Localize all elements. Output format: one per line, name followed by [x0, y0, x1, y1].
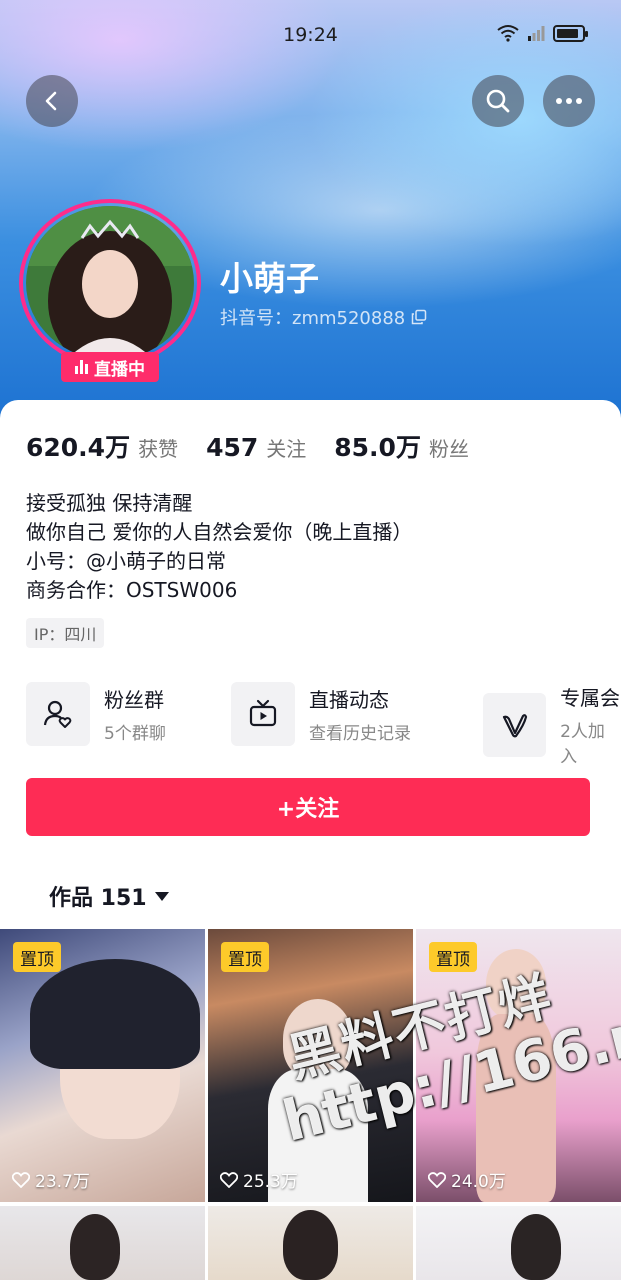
heart-icon	[220, 1171, 238, 1188]
more-dots-icon	[556, 98, 582, 104]
feature-subtitle: 查看历史记录	[309, 724, 411, 744]
profile-nickname: 小萌子	[220, 259, 319, 298]
thumbnail-figure	[283, 1210, 338, 1280]
signal-icon	[528, 26, 545, 41]
heart-icon	[428, 1171, 446, 1188]
followers-label: 粉丝	[428, 437, 469, 461]
like-count: 24.0万	[428, 1167, 506, 1192]
following-count[interactable]: 457	[206, 433, 258, 462]
followers-count[interactable]: 85.0万	[334, 428, 421, 464]
thumbnail-hair	[30, 959, 200, 1069]
caret-down-icon	[154, 891, 169, 901]
pinned-badge: 置顶	[13, 942, 61, 972]
bio-line: 做你自己 爱你的人自然会爱你（晚上直播）	[26, 520, 413, 544]
video-thumbnail[interactable]	[0, 1206, 205, 1280]
feature-subtitle: 2人加入	[560, 722, 605, 767]
likes-count[interactable]: 620.4万	[26, 428, 130, 464]
bio-line: 商务合作：OSTSW006	[26, 578, 238, 602]
wifi-icon	[497, 25, 519, 42]
avatar-photo	[26, 206, 194, 360]
heart-icon	[12, 1171, 30, 1188]
account-id-row: 抖音号：zmm520888	[220, 304, 427, 330]
back-button[interactable]	[26, 75, 78, 127]
feature-live-history[interactable]: 直播动态 查看历史记录	[231, 682, 411, 746]
likes-label: 获赞	[138, 437, 179, 461]
like-count-value: 25.3万	[243, 1172, 298, 1192]
live-status-badge[interactable]: 直播中	[61, 352, 159, 382]
bio-line[interactable]: 小号：@小萌子的日常	[26, 547, 412, 576]
stats-row: 620.4万 获赞 457 关注 85.0万 粉丝	[26, 428, 497, 464]
search-icon	[486, 89, 510, 113]
video-thumbnail[interactable]: 置顶 24.0万	[416, 929, 621, 1202]
thumbnail-figure	[511, 1214, 561, 1280]
feature-fan-group[interactable]: 粉丝群 5个群聊	[26, 682, 166, 746]
like-count-value: 24.0万	[451, 1172, 506, 1192]
like-count-value: 23.7万	[35, 1172, 90, 1192]
video-thumbnail[interactable]	[416, 1206, 621, 1280]
pinned-badge: 置顶	[429, 942, 477, 972]
account-id-value: zmm520888	[292, 308, 406, 329]
ip-location-tag: IP：四川	[26, 618, 105, 648]
pinned-badge: 置顶	[221, 942, 269, 972]
feature-title: 直播动态	[309, 688, 389, 712]
follow-button[interactable]: +关注	[26, 778, 590, 836]
search-button[interactable]	[472, 75, 524, 127]
video-thumbnail[interactable]: 置顶 23.7万	[0, 929, 205, 1202]
more-button[interactable]	[543, 75, 595, 127]
feature-exclusive-club[interactable]: 专属会 2人加入	[483, 682, 621, 767]
battery-icon	[553, 24, 588, 42]
chevron-left-icon	[45, 91, 57, 111]
video-thumbnail[interactable]: 置顶 25.3万	[208, 929, 413, 1202]
like-count: 23.7万	[12, 1167, 90, 1192]
live-badge-label: 直播中	[94, 359, 145, 380]
account-id-label: 抖音号：	[220, 308, 292, 329]
fan-group-icon	[26, 682, 90, 746]
live-bars-icon	[75, 360, 88, 374]
like-count: 25.3万	[220, 1167, 298, 1192]
thumbnail-figure	[486, 949, 546, 1019]
bio-line: 接受孤独 保持清醒	[26, 491, 193, 515]
thumbnail-figure	[70, 1214, 120, 1280]
bio-text: 接受孤独 保持清醒 做你自己 爱你的人自然会爱你（晚上直播） 小号：@小萌子的日…	[26, 489, 412, 605]
feature-title: 粉丝群	[104, 688, 164, 712]
following-label: 关注	[266, 437, 307, 461]
tv-icon	[231, 682, 295, 746]
v-icon	[483, 692, 547, 757]
feature-title: 专属会	[560, 686, 621, 710]
works-tab[interactable]: 作品 151	[49, 880, 169, 912]
avatar[interactable]	[26, 206, 194, 360]
video-thumbnail[interactable]	[208, 1206, 413, 1280]
status-icons	[497, 24, 588, 42]
thumbnail-figure	[283, 999, 353, 1079]
feature-subtitle: 5个群聊	[104, 724, 166, 744]
copy-icon[interactable]	[411, 309, 427, 325]
works-tab-label: 作品 151	[49, 886, 147, 911]
